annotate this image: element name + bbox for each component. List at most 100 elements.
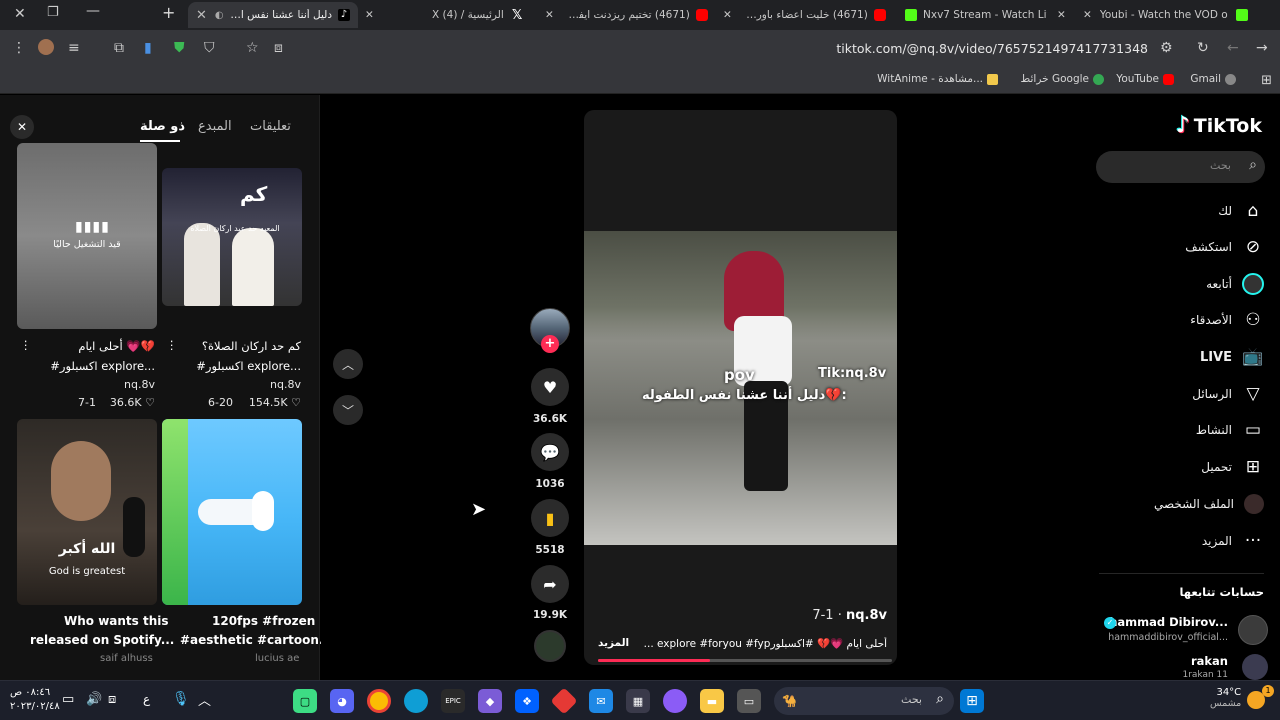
language-indicator[interactable]: ع bbox=[143, 692, 150, 706]
video-progress-track[interactable] bbox=[598, 659, 892, 662]
bookmark-witanime[interactable]: WitAnime - مشاهدة... bbox=[877, 73, 998, 85]
site-settings-icon[interactable]: ⚙ bbox=[1160, 40, 1173, 56]
caption-more-button[interactable]: المزيد bbox=[598, 637, 629, 649]
tab-kick-nxv7[interactable]: Nxv7 Stream - Watch Live ✕ bbox=[905, 2, 1073, 28]
bookmark-gmail[interactable]: Gmail bbox=[1190, 73, 1236, 85]
follow-plus-icon[interactable]: + bbox=[541, 335, 559, 353]
copilot-icon[interactable] bbox=[663, 689, 687, 713]
file-explorer-icon[interactable]: ▬ bbox=[700, 689, 724, 713]
volume-icon[interactable]: 🔊 bbox=[86, 692, 102, 707]
clock[interactable]: ٠٨:٤٦ ص ٢٠٢٣/٠٢/٤٨ bbox=[10, 686, 60, 714]
card-author[interactable]: nq.8v bbox=[124, 378, 155, 391]
window-close-icon[interactable]: ✕ bbox=[14, 6, 26, 22]
share-button[interactable]: ➦ bbox=[531, 565, 569, 603]
visual-studio-icon[interactable]: ◆ bbox=[478, 689, 502, 713]
tab-comments[interactable]: تعليقات bbox=[250, 119, 291, 134]
save-count: 5518 bbox=[535, 544, 565, 556]
new-tab-button[interactable]: + bbox=[162, 3, 175, 22]
tab-close-icon[interactable]: ✕ bbox=[1083, 9, 1092, 21]
nav-activity[interactable]: النشاط ▭ bbox=[1196, 420, 1264, 440]
media-controls-icon[interactable]: ≡ bbox=[68, 40, 80, 56]
mail-icon[interactable]: ✉ bbox=[589, 689, 613, 713]
related-video-card[interactable]: الله أكبر God is greatest bbox=[17, 419, 157, 605]
nav-messages[interactable]: الرسائل ▽ bbox=[1192, 384, 1264, 404]
tray-overflow-icon[interactable]: ︿ bbox=[198, 690, 211, 709]
tab-tiktok-active[interactable]: ✕ ◐ دليل أننا عشنا نفس الط ♪ bbox=[188, 2, 358, 28]
profile-avatar-icon[interactable] bbox=[38, 39, 54, 55]
taskbar-red-icon[interactable] bbox=[550, 687, 578, 715]
following-account[interactable]: rakan 1rakan 11 bbox=[1100, 652, 1268, 680]
address-bar[interactable]: tiktok.com/@nq.8v/video/7657521497417731… bbox=[836, 41, 1148, 56]
following-account[interactable]: hammad Dibirov... ✓ hammaddibirov_offici… bbox=[1100, 613, 1268, 649]
epic-games-icon[interactable]: EPIC bbox=[441, 689, 465, 713]
tab-close-icon[interactable]: ✕ bbox=[196, 8, 207, 23]
nav-following[interactable]: أتابعه bbox=[1206, 273, 1264, 295]
network-icon[interactable]: ⧈ bbox=[108, 692, 116, 707]
forward-icon[interactable]: ← bbox=[1227, 40, 1239, 56]
music-disc-icon[interactable] bbox=[534, 630, 566, 662]
related-video-card-playing[interactable]: ▮▮▮▮ قيد التشغيل حاليًا bbox=[17, 143, 157, 329]
tab-x[interactable]: ✕ الرئيسية / X (4) 𝕏 bbox=[365, 2, 533, 28]
shield-icon[interactable]: ⛉ bbox=[204, 40, 215, 56]
close-panel-icon[interactable]: ✕ bbox=[10, 115, 34, 139]
nav-for-you[interactable]: لك ⌂ bbox=[1218, 201, 1264, 221]
nav-live[interactable]: LIVE 📺 bbox=[1200, 347, 1264, 367]
dropbox-icon[interactable]: ❖ bbox=[515, 689, 539, 713]
microphone-icon[interactable]: 🎙 bbox=[172, 691, 190, 707]
tab-close-icon[interactable]: ✕ bbox=[545, 9, 554, 21]
shield-green-icon[interactable]: ⛊ bbox=[174, 40, 185, 56]
tab-youtube-2[interactable]: ✕ (4671) خليت اعضاء باور يجر bbox=[723, 2, 893, 28]
next-video-button[interactable]: ﹀ bbox=[333, 395, 363, 425]
tab-close-icon[interactable]: ✕ bbox=[365, 9, 374, 21]
reload-icon[interactable]: ↻ bbox=[1197, 40, 1209, 56]
menu-kebab-icon[interactable]: ⋮ bbox=[12, 40, 26, 56]
card-author[interactable]: saif alhuss bbox=[100, 653, 153, 664]
extensions-icon[interactable]: ⧉ bbox=[114, 40, 124, 56]
tiktok-logo[interactable]: ♪ TikTok bbox=[1176, 113, 1262, 138]
store-icon[interactable]: ▦ bbox=[626, 689, 650, 713]
nav-explore[interactable]: استكشف ⊘ bbox=[1185, 237, 1264, 257]
video-author[interactable]: nq.8v bbox=[846, 608, 887, 623]
search-field[interactable]: ⌕ بحث bbox=[1096, 151, 1265, 183]
bookmark-youtube[interactable]: YouTube bbox=[1116, 73, 1174, 85]
edge-icon[interactable] bbox=[404, 689, 428, 713]
like-button[interactable]: ♥ bbox=[531, 368, 569, 406]
card-more-icon[interactable]: ⋮ bbox=[166, 338, 178, 352]
search-icon[interactable]: ⌕ bbox=[1249, 157, 1257, 173]
taskbar-window-icon[interactable]: ▭ bbox=[737, 689, 761, 713]
discord-icon[interactable]: ◕ bbox=[330, 689, 354, 713]
weather-widget[interactable]: 34°C مشمس bbox=[1210, 687, 1241, 709]
card-author[interactable]: lucius ae bbox=[255, 653, 299, 664]
bookmark-star-icon[interactable]: ☆ bbox=[246, 40, 259, 56]
window-restore-icon[interactable]: ❐ bbox=[47, 5, 59, 20]
bookmark-google-maps[interactable]: خرائط Google bbox=[1021, 73, 1104, 85]
window-minimize-icon[interactable]: — bbox=[86, 3, 100, 19]
tab-close-icon[interactable]: ✕ bbox=[723, 9, 732, 21]
apps-grid-icon[interactable]: ⊞ bbox=[1261, 73, 1272, 88]
nav-more[interactable]: المزيد ··· bbox=[1202, 531, 1264, 551]
tab-related[interactable]: ذو صلة bbox=[140, 119, 185, 134]
card-more-icon[interactable]: ⋮ bbox=[20, 338, 32, 352]
taskbar-search[interactable]: 🐪 بحث ⌕ bbox=[774, 687, 954, 715]
tab-kick-youbi[interactable]: ✕ Youbi - Watch the VOD on bbox=[1083, 2, 1273, 28]
save-button[interactable]: ▮ bbox=[531, 499, 569, 537]
tab-youtube-1[interactable]: ✕ (4671) تختيم ريزدنت ايفل 7 bbox=[545, 2, 715, 28]
card-author[interactable]: nq.8v bbox=[270, 378, 301, 391]
nav-profile[interactable]: الملف الشخصي bbox=[1154, 494, 1264, 514]
start-icon[interactable]: ⊞ bbox=[960, 689, 984, 713]
tab-creator[interactable]: المبدع bbox=[198, 119, 232, 134]
nav-friends[interactable]: الأصدقاء ⚇ bbox=[1190, 310, 1264, 330]
comment-button[interactable]: 💬 bbox=[531, 433, 569, 471]
previous-video-button[interactable]: ︿ bbox=[333, 349, 363, 379]
video-player[interactable]: pov Tik:nq.8v دليل أننا عشنا نفس الطفوله… bbox=[584, 110, 897, 665]
taskbar-app-icon[interactable]: ▢ bbox=[293, 689, 317, 713]
extension-icon[interactable]: ▮ bbox=[144, 40, 152, 56]
cast-icon[interactable]: ⧈ bbox=[274, 40, 283, 56]
back-icon[interactable]: → bbox=[1256, 40, 1268, 56]
tab-close-icon[interactable]: ✕ bbox=[1057, 9, 1066, 21]
related-video-card[interactable]: كم المعيه حد عيد اركان الصلاة bbox=[162, 168, 302, 306]
battery-icon[interactable]: ▭ bbox=[62, 692, 74, 707]
related-video-card[interactable] bbox=[162, 419, 302, 605]
nav-upload[interactable]: تحميل ⊞ bbox=[1201, 457, 1264, 477]
chrome-icon[interactable] bbox=[367, 689, 391, 713]
